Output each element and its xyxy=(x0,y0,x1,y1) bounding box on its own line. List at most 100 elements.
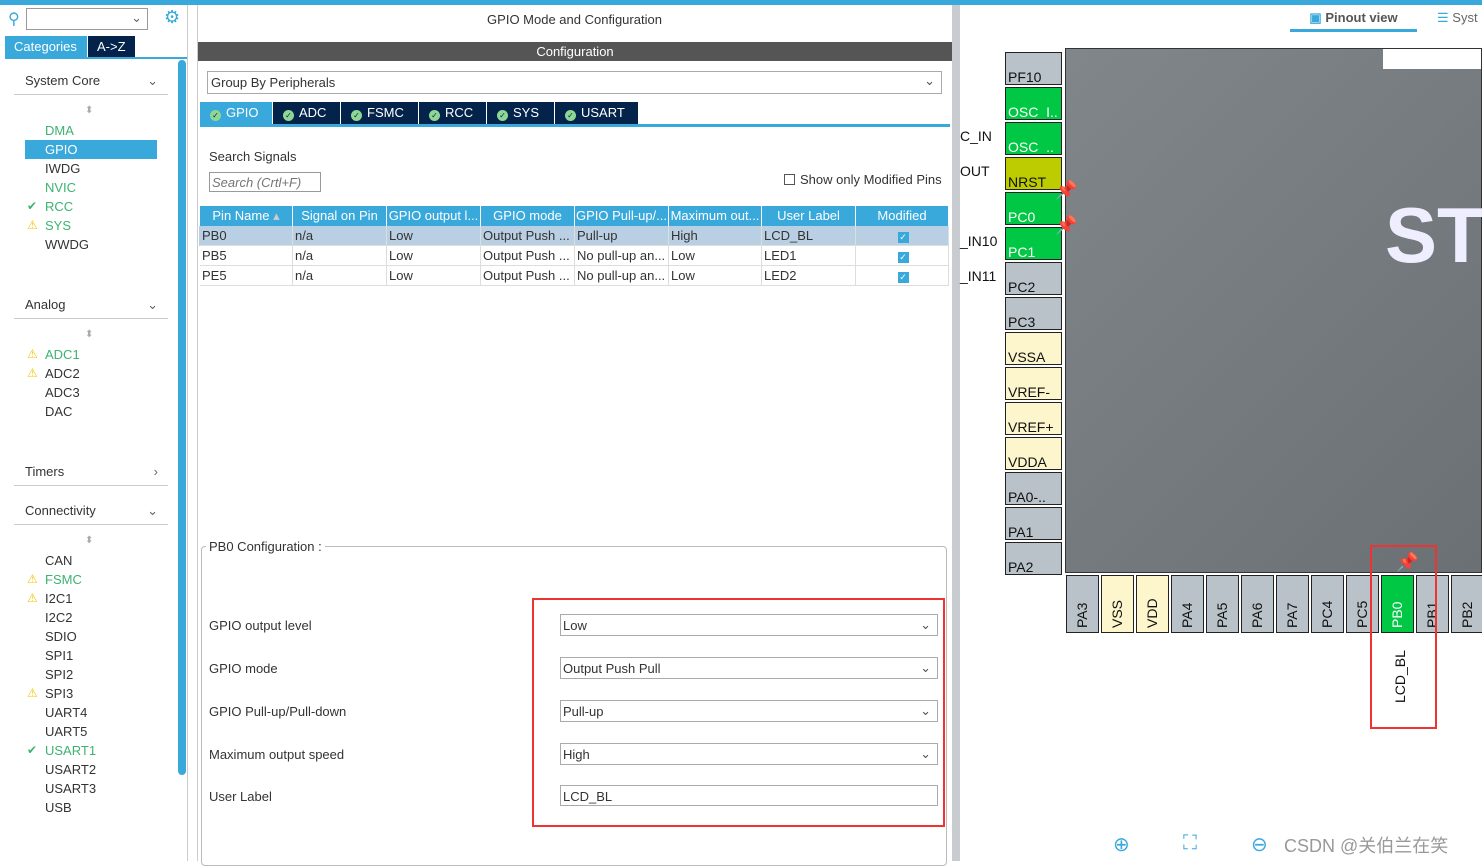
tab-adc[interactable]: ✓ ADC xyxy=(273,102,340,124)
sidebar-item-wwdg[interactable]: WWDG xyxy=(25,235,157,254)
sort-icon[interactable]: ⬍ xyxy=(85,105,93,116)
pin-pa6[interactable]: PA6 xyxy=(1241,575,1274,633)
tab-rcc[interactable]: ✓ RCC xyxy=(419,102,486,124)
sidebar-item-iwdg[interactable]: IWDG xyxy=(25,159,157,178)
sidebar-item-rcc[interactable]: ✔ RCC xyxy=(25,197,157,216)
search-icon[interactable]: ⚲ xyxy=(8,9,20,29)
tab-system-view[interactable]: ☰ Syst xyxy=(1437,10,1478,26)
sort-icon[interactable]: ⬍ xyxy=(85,329,93,340)
pin-pb2[interactable]: PB2 xyxy=(1451,575,1482,633)
pin-pc3[interactable]: PC3 xyxy=(1005,297,1062,330)
table-cell[interactable]: ✓ xyxy=(856,246,949,266)
sidebar-item-usart3[interactable]: USART3 xyxy=(25,779,157,798)
sidebar-item-i2c2[interactable]: I2C2 xyxy=(25,608,157,627)
pin-pa0-..[interactable]: PA0-.. xyxy=(1005,472,1062,505)
column-header[interactable]: Modified xyxy=(856,206,949,226)
sidebar-item-adc1[interactable]: ⚠ ADC1 xyxy=(25,345,157,364)
sidebar-item-nvic[interactable]: NVIC xyxy=(25,178,157,197)
pin-osc_..[interactable]: OSC_.. xyxy=(1005,122,1062,155)
sidebar-item-uart5[interactable]: UART5 xyxy=(25,722,157,741)
column-header[interactable]: GPIO mode xyxy=(481,206,575,226)
pin-pa4[interactable]: PA4 xyxy=(1171,575,1204,633)
tab-label: GPIO xyxy=(226,105,259,120)
sidebar-item-adc2[interactable]: ⚠ ADC2 xyxy=(25,364,157,383)
check-circle-icon: ✓ xyxy=(283,110,294,121)
sidebar-item-dac[interactable]: DAC xyxy=(25,402,157,421)
pin-name: PA4 xyxy=(1178,602,1195,628)
left-scrollbar[interactable] xyxy=(178,60,186,775)
table-cell: High xyxy=(669,226,762,246)
tab-a-z[interactable]: A->Z xyxy=(88,36,135,57)
sidebar-item-spi1[interactable]: SPI1 xyxy=(25,646,157,665)
pin-osc_i..[interactable]: OSC_I.. xyxy=(1005,87,1062,120)
pin-pc1[interactable]: PC1 xyxy=(1005,227,1062,260)
sidebar-item-sdio[interactable]: SDIO xyxy=(25,627,157,646)
column-header[interactable]: Pin Name ▴ xyxy=(200,206,293,226)
item-label: SYS xyxy=(45,218,72,233)
pin-pa3[interactable]: PA3 xyxy=(1066,575,1099,633)
tab-pinout-view[interactable]: ▣ Pinout view xyxy=(1290,10,1417,32)
sort-icon[interactable]: ⬍ xyxy=(85,535,93,546)
zoom-out-icon[interactable]: ⊖ xyxy=(1251,832,1268,857)
tab-sys[interactable]: ✓ SYS xyxy=(487,102,554,124)
pin-pa2[interactable]: PA2 xyxy=(1005,542,1062,575)
sidebar-item-spi2[interactable]: SPI2 xyxy=(25,665,157,684)
sidebar-item-dma[interactable]: DMA xyxy=(25,121,157,140)
gear-icon[interactable]: ⚙ xyxy=(164,7,180,28)
pin-vref+[interactable]: VREF+ xyxy=(1005,402,1062,435)
section-analog[interactable]: Analog ⌄ xyxy=(14,297,168,319)
table-cell[interactable]: ✓ xyxy=(856,266,949,286)
zoom-in-icon[interactable]: ⊕ xyxy=(1113,832,1130,857)
sidebar-item-adc3[interactable]: ADC3 xyxy=(25,383,157,402)
pin-nrst[interactable]: NRST xyxy=(1005,157,1062,190)
sidebar-item-uart4[interactable]: UART4 xyxy=(25,703,157,722)
tab-gpio[interactable]: ✓ GPIO xyxy=(200,102,272,124)
show-modified-checkbox[interactable]: Show only Modified Pins xyxy=(784,172,942,187)
sidebar-item-gpio[interactable]: GPIO xyxy=(25,140,157,159)
pin-vdda[interactable]: VDDA xyxy=(1005,437,1062,470)
sidebar-item-usart2[interactable]: USART2 xyxy=(25,760,157,779)
pin-vss[interactable]: VSS xyxy=(1101,575,1134,633)
pin-pa1[interactable]: PA1 xyxy=(1005,507,1062,540)
section-connectivity[interactable]: Connectivity ⌄ xyxy=(14,503,168,525)
category-search-input[interactable]: ⌄ xyxy=(26,8,148,30)
section-timers[interactable]: Timers › xyxy=(14,464,168,486)
sidebar-item-sys[interactable]: ⚠ SYS xyxy=(25,216,157,235)
checkbox-checked-icon[interactable]: ✓ xyxy=(897,272,909,283)
pin-vref-[interactable]: VREF- xyxy=(1005,367,1062,400)
pin-pc2[interactable]: PC2 xyxy=(1005,262,1062,295)
search-signals-input[interactable] xyxy=(209,172,321,192)
tab-categories[interactable]: Categories xyxy=(5,36,87,57)
column-header[interactable]: Maximum out... xyxy=(669,206,762,226)
sidebar-item-i2c1[interactable]: ⚠ I2C1 xyxy=(25,589,157,608)
column-header[interactable]: Signal on Pin xyxy=(293,206,387,226)
sidebar-item-usb[interactable]: USB xyxy=(25,798,157,817)
fit-screen-icon[interactable]: ⛶ xyxy=(1183,832,1197,855)
pin-vssa[interactable]: VSSA xyxy=(1005,332,1062,365)
panel-splitter[interactable] xyxy=(952,5,960,861)
pin-vdd[interactable]: VDD xyxy=(1136,575,1169,633)
tab-fsmc[interactable]: ✓ FSMC xyxy=(341,102,418,124)
column-header[interactable]: GPIO Pull-up/... xyxy=(575,206,669,226)
section-title: Timers xyxy=(25,464,65,479)
sidebar-item-spi3[interactable]: ⚠ SPI3 xyxy=(25,684,157,703)
pin-pc0[interactable]: PC0 xyxy=(1005,192,1062,225)
tab-usart[interactable]: ✓ USART xyxy=(555,102,638,124)
item-label: ADC2 xyxy=(45,366,80,381)
pin-pa7[interactable]: PA7 xyxy=(1276,575,1309,633)
checkbox-checked-icon[interactable]: ✓ xyxy=(897,232,909,243)
column-header[interactable]: GPIO output l... xyxy=(387,206,481,226)
item-label: SPI3 xyxy=(45,686,74,701)
sidebar-item-can[interactable]: CAN xyxy=(25,551,157,570)
column-header[interactable]: User Label xyxy=(762,206,856,226)
pin-pc4[interactable]: PC4 xyxy=(1311,575,1344,633)
sidebar-item-fsmc[interactable]: ⚠ FSMC xyxy=(25,570,157,589)
table-cell[interactable]: ✓ xyxy=(856,226,949,246)
group-by-select[interactable]: Group By Peripherals ⌄ xyxy=(207,71,942,94)
section-system-core[interactable]: System Core ⌄ xyxy=(14,73,168,95)
checkbox-checked-icon[interactable]: ✓ xyxy=(897,252,909,263)
sidebar-item-usart1[interactable]: ✔ USART1 xyxy=(25,741,157,760)
warning-icon: ⚠ xyxy=(27,347,38,361)
pin-pa5[interactable]: PA5 xyxy=(1206,575,1239,633)
pin-pf10[interactable]: PF10 xyxy=(1005,52,1062,85)
